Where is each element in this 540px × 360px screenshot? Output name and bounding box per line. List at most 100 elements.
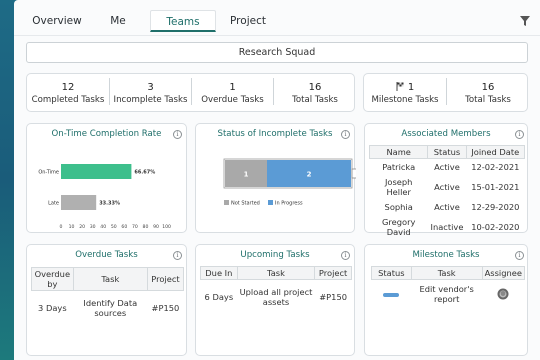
member-name: Gregory David [381, 216, 416, 237]
column-header-joined[interactable]: Joined Date [465, 145, 526, 159]
column-header-status[interactable]: Status [427, 145, 467, 159]
flag-icon [396, 82, 404, 91]
stat-overdue: 1 Overdue Tasks [192, 74, 273, 111]
project-id: #P150 [319, 291, 348, 302]
column-header-task[interactable]: Task [410, 266, 483, 280]
column-header-name[interactable]: Name [368, 145, 429, 159]
column-header-assignee[interactable]: Assignee [481, 266, 526, 280]
stat-milestone-total: 16 Total Tasks [447, 74, 529, 111]
member-status: Active [434, 161, 460, 172]
task-name: Edit vendor's report [419, 283, 474, 304]
milestone-label: Milestone Tasks [371, 95, 439, 105]
legend-label: Not Started [231, 201, 260, 207]
overdue-by: 3 Days [38, 302, 67, 313]
total-count: 16 [308, 82, 322, 93]
member-joined: 10-02-2020 [471, 221, 520, 232]
member-joined: 15-01-2021 [471, 181, 520, 192]
overdue-tasks-card: Overdue Tasks i Overdue by Task Project … [26, 244, 187, 356]
milestone-tasks-card: Milestone Tasks i Status Task Assignee E… [364, 244, 528, 356]
legend-swatch [224, 200, 229, 205]
incomplete-label: Incomplete Tasks [113, 95, 188, 105]
upcoming-tasks-card: Upcoming Tasks i Due In Task Project 6 D… [195, 244, 355, 356]
milestone-stats-card: 1 Milestone Tasks 16 Total Tasks [363, 73, 528, 112]
completed-count: 12 [61, 82, 75, 93]
milestone-status [372, 280, 412, 308]
tab-teams[interactable]: Teams [150, 10, 216, 32]
data-label: 1 [244, 171, 249, 179]
member-status: Inactive [430, 221, 464, 232]
info-icon[interactable]: i [515, 251, 524, 260]
overdue-table: Overdue by Task Project 3 Days Identify … [31, 267, 185, 325]
legend-swatch [268, 200, 273, 205]
stat-milestone: 1 Milestone Tasks [364, 74, 446, 111]
overdue-label: Overdue Tasks [201, 95, 264, 105]
member-joined: 12-02-2021 [471, 161, 520, 172]
tick-label: 30 [90, 224, 96, 230]
upcoming-table: Due In Task Project 6 Days Upload all pr… [200, 266, 352, 314]
member-status: Active [434, 181, 460, 192]
tick-label: 90 [153, 224, 159, 230]
column-header-due-in[interactable]: Due In [200, 266, 238, 280]
info-icon[interactable]: i [515, 130, 524, 139]
table-row[interactable]: Patricka Active 12-02-2021 [370, 159, 525, 175]
completed-label: Completed Tasks [31, 95, 105, 105]
member-name: Patricka [382, 161, 416, 172]
task-stats-card: 12 Completed Tasks 3 Incomplete Tasks 1 … [26, 73, 355, 112]
upcoming-title: Upcoming Tasks [240, 250, 310, 260]
member-name: Sophia [384, 201, 413, 212]
category-label: On-Time [38, 170, 59, 176]
members-table: Name Status Joined Date Patricka Active … [368, 145, 526, 239]
table-row[interactable]: Joseph Heller Active 15-01-2021 [370, 175, 525, 199]
column-header-project[interactable]: Project [146, 267, 185, 291]
status-progress-pill [383, 292, 400, 297]
milestone-count-value: 1 [407, 82, 415, 93]
tick-label: 20 [79, 224, 85, 230]
members-card: Associated Members i Name Status Joined … [364, 123, 528, 237]
tab-me[interactable]: Me [100, 10, 136, 32]
tick-label: 10 [69, 224, 75, 230]
due-in: 6 Days [204, 291, 234, 302]
tab-project[interactable]: Project [224, 10, 272, 32]
tick-label: 50 [111, 224, 117, 230]
stat-total: 16 Total Tasks [274, 74, 356, 111]
tab-bar: Overview Me Teams Project [14, 0, 540, 36]
filter-icon[interactable] [519, 15, 531, 27]
bar-late [61, 195, 97, 210]
avatar[interactable] [497, 288, 509, 300]
column-header-status[interactable]: Status [371, 266, 412, 280]
incomplete-status-chart: 1 2 Not Started In Progress [223, 158, 356, 207]
column-header-project[interactable]: Project [314, 266, 352, 280]
column-header-task[interactable]: Task [72, 267, 148, 291]
data-label: 66.67% [134, 170, 155, 176]
incomplete-count: 3 [147, 82, 154, 93]
tick-label: 40 [100, 224, 106, 230]
tick-label: 80 [143, 224, 149, 230]
ontime-chart: On-Time 66.67% Late 33.33% 0 10 20 30 40 50 60 70 80… [38, 164, 171, 230]
milestone-count: 1 [364, 82, 446, 93]
team-name-field[interactable]: Research Squad [26, 42, 528, 63]
column-header-overdue-by[interactable]: Overdue by [31, 267, 74, 291]
table-row[interactable]: 6 Days Upload all project assets #P150 [201, 280, 352, 314]
info-icon[interactable]: i [341, 251, 350, 260]
total-label: Total Tasks [292, 95, 338, 105]
info-icon[interactable]: i [173, 251, 182, 260]
tick-label: 70 [132, 224, 138, 230]
project-id: #P150 [151, 302, 180, 313]
dashboard-page: Overview Me Teams Project Research Squad… [14, 0, 540, 360]
column-header-task[interactable]: Task [236, 266, 316, 280]
assignee [482, 280, 524, 308]
task-name: Identify Data sources [83, 297, 138, 318]
member-name: Joseph Heller [384, 176, 413, 197]
bar-end-marker [351, 168, 356, 179]
table-row[interactable]: Sophia Active 12-29-2020 [370, 199, 525, 215]
data-label: 33.33% [99, 201, 120, 207]
table-row[interactable]: Edit vendor's report [372, 280, 525, 308]
legend-label: In Progress [275, 201, 303, 207]
table-row[interactable]: 3 Days Identify Data sources #P150 [32, 291, 184, 325]
milestone-total-label: Total Tasks [465, 95, 511, 105]
data-label: 2 [307, 171, 312, 179]
tab-overview[interactable]: Overview [26, 10, 88, 32]
stat-incomplete: 3 Incomplete Tasks [110, 74, 191, 111]
milestone-title: Milestone Tasks [412, 250, 480, 260]
table-row[interactable]: Gregory David Inactive 10-02-2020 [370, 215, 525, 239]
